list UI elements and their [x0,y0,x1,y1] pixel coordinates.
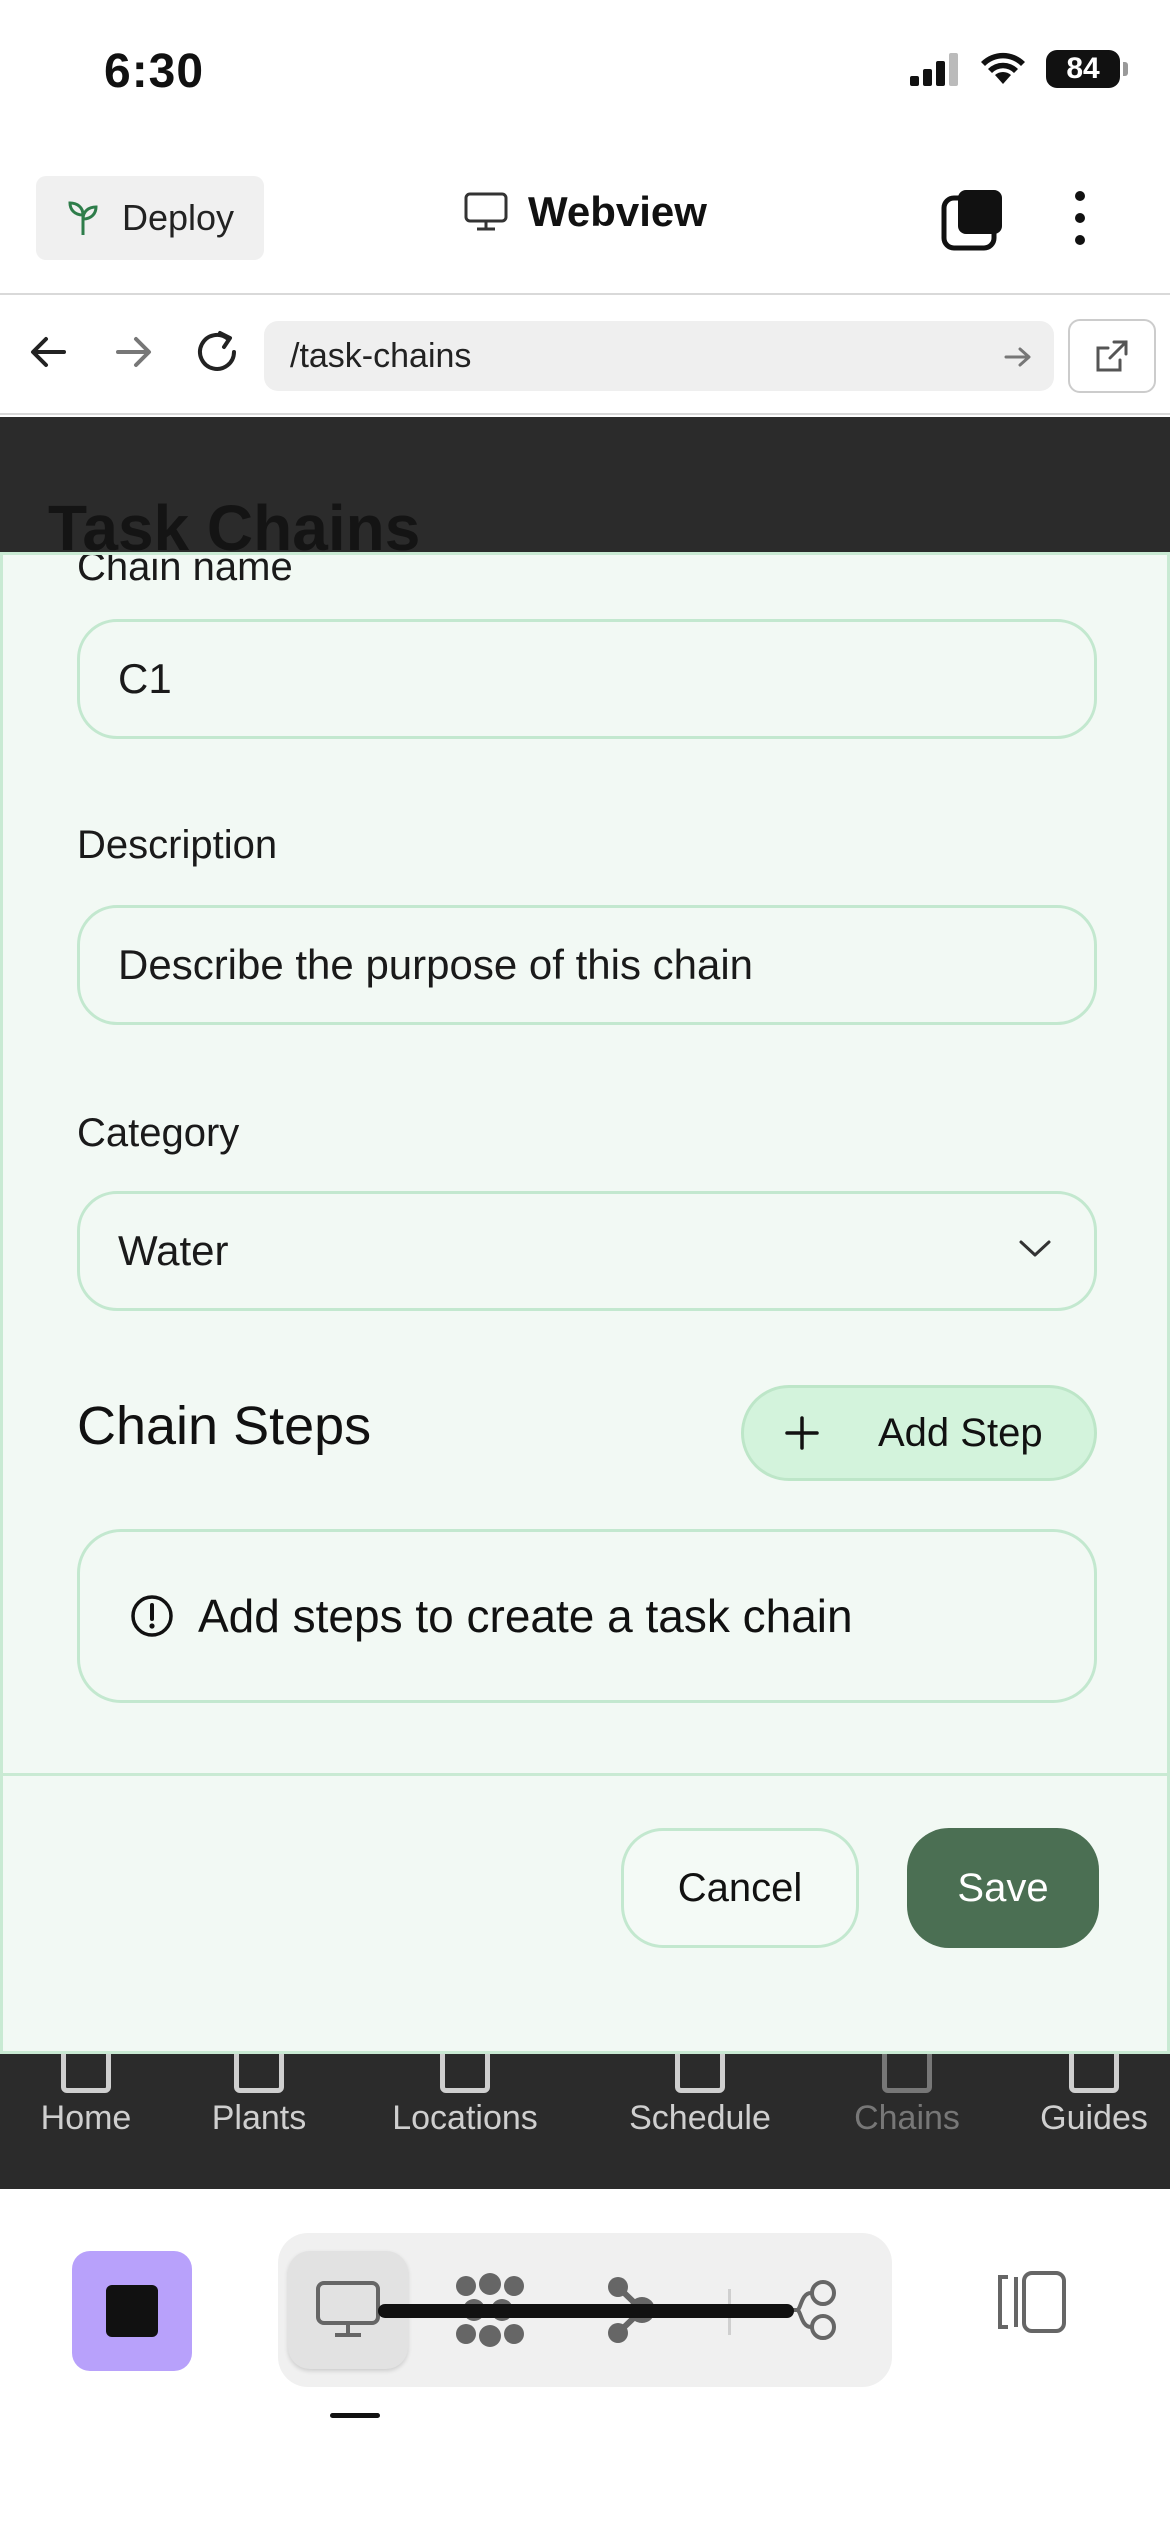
alert-circle-icon [131,1595,173,1637]
tabs-icon[interactable] [940,188,1004,252]
nav-locations[interactable]: Locations [380,2043,550,2138]
empty-steps-message: Add steps to create a task chain [77,1529,1097,1703]
webview-title-text: Webview [528,188,707,235]
home-indicator [378,2304,794,2318]
save-button[interactable]: Save [907,1828,1099,1948]
chain-name-label: Chain name [77,552,293,589]
nav-plants[interactable]: Plants [204,2043,314,2138]
empty-steps-text: Add steps to create a task chain [198,1590,853,1642]
status-bar: 6:30 84 [0,0,1170,150]
signal-icon [910,53,958,86]
more-options-icon[interactable] [1062,188,1098,252]
chain-name-value: C1 [118,655,172,702]
side-panel-icon[interactable] [994,2267,1074,2337]
url-input[interactable]: /task-chains [264,321,1054,391]
monitor-icon [464,192,508,231]
status-time: 6:30 [104,45,205,98]
reload-icon[interactable] [190,325,244,379]
sprout-icon [68,201,98,235]
app-bottom-nav: Home Plants Locations Schedule Chains Gu… [0,2043,1170,2189]
chain-steps-title: Chain Steps [77,1396,372,1456]
go-arrow-icon[interactable] [1002,341,1034,373]
stop-icon [106,2285,158,2337]
chevron-down-icon [1019,1240,1051,1257]
nav-chains[interactable]: Chains [846,2043,968,2138]
deploy-button[interactable]: Deploy [36,176,264,260]
status-icons: 84 [910,50,1128,88]
nav-guides[interactable]: Guides [1034,2043,1154,2138]
external-link-icon [1096,340,1128,372]
stop-button[interactable] [72,2251,192,2371]
url-text: /task-chains [290,336,472,375]
add-step-button[interactable]: Add Step [741,1385,1097,1481]
dev-toolbar [0,2189,1170,2532]
back-arrow-icon[interactable] [24,327,74,377]
nav-home[interactable]: Home [34,2043,138,2138]
create-chain-modal: Chain name C1 Description Describe the p… [0,552,1170,2054]
category-value: Water [118,1227,229,1274]
browser-toolbar: /task-chains [0,297,1170,415]
deploy-label: Deploy [122,197,235,238]
description-input[interactable]: Describe the purpose of this chain [77,905,1097,1025]
app-header: Deploy Webview [0,160,1170,295]
monitor-icon [316,2281,380,2337]
add-step-label: Add Step [878,1410,1043,1455]
plus-icon [785,1416,819,1450]
forward-arrow-icon[interactable] [108,327,158,377]
active-mode-indicator [330,2413,380,2418]
category-label: Category [77,1111,240,1155]
description-placeholder: Describe the purpose of this chain [118,941,754,988]
modal-footer: Cancel Save [3,1773,1167,2051]
wifi-icon [981,52,1025,84]
open-external-button[interactable] [1068,319,1156,393]
battery-indicator: 84 [1046,50,1128,88]
webview-title: Webview [464,188,707,236]
nav-schedule[interactable]: Schedule [618,2043,782,2138]
description-label: Description [77,823,278,867]
cancel-button[interactable]: Cancel [621,1828,859,1948]
chain-name-input[interactable]: C1 [77,619,1097,739]
category-select[interactable]: Water [77,1191,1097,1311]
